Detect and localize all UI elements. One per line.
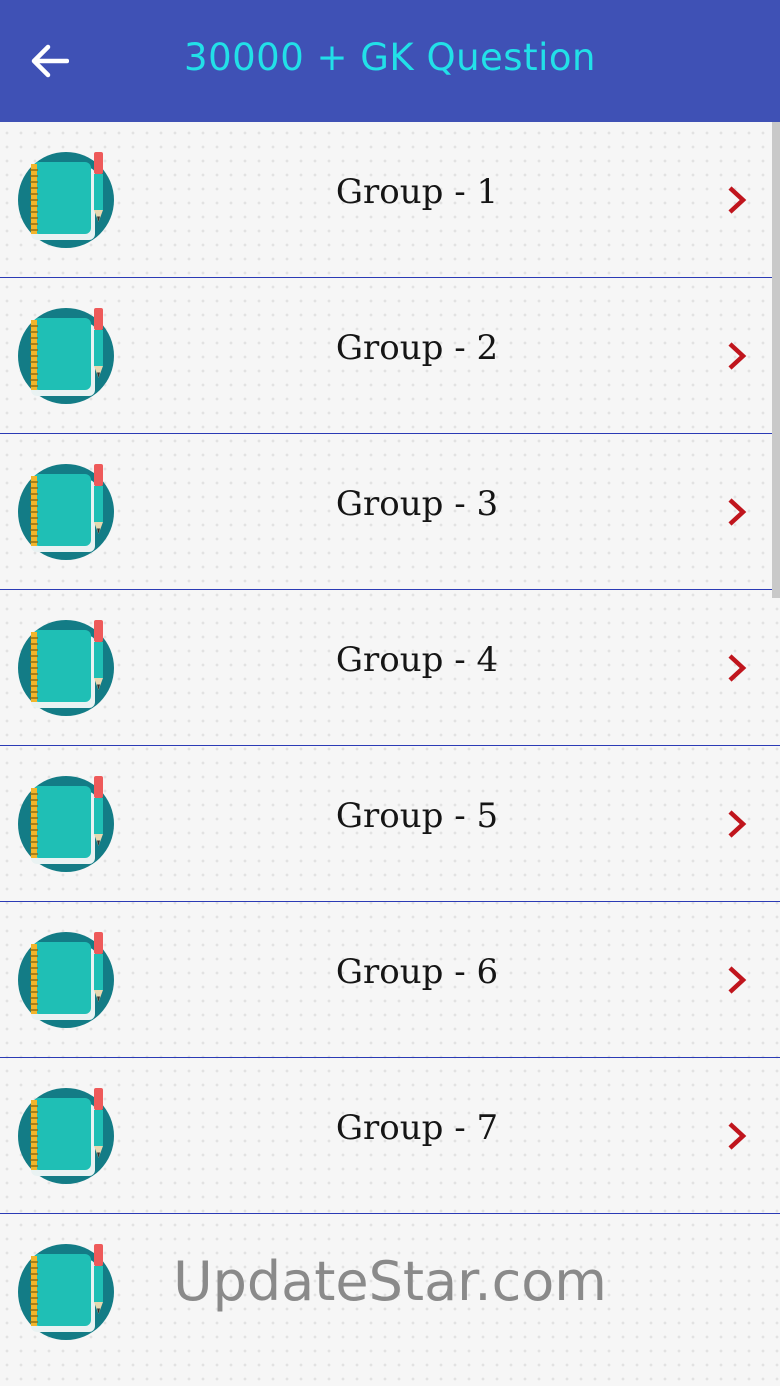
group-list: Group - 1 Group - 2 Group - 3 Group - 4 … — [0, 122, 780, 1386]
list-item-group-6[interactable]: Group - 6 — [0, 902, 780, 1058]
list-item-group-7[interactable]: Group - 7 — [0, 1058, 780, 1214]
chevron-right-icon — [728, 654, 747, 682]
chevron-right-icon — [728, 966, 747, 994]
list-item-label: Group - 2 — [335, 328, 499, 368]
notebook-pencil-icon — [18, 776, 114, 872]
list-item-group-1[interactable]: Group - 1 — [0, 122, 780, 278]
list-item-label: Group - 3 — [335, 484, 499, 524]
chevron-right-icon — [728, 342, 747, 370]
list-item-label: Group - 4 — [335, 640, 499, 680]
list-item-group-5[interactable]: Group - 5 — [0, 746, 780, 902]
list-item-label: Group - 5 — [335, 796, 499, 836]
chevron-right-icon — [728, 1122, 747, 1150]
list-item-label: Group - 6 — [335, 952, 499, 992]
chevron-right-icon — [728, 810, 747, 838]
list-item-group-4[interactable]: Group - 4 — [0, 590, 780, 746]
chevron-right-icon — [728, 186, 747, 214]
list-item-label: Group - 1 — [335, 172, 499, 212]
notebook-pencil-icon — [18, 152, 114, 248]
notebook-pencil-icon — [18, 464, 114, 560]
list-item-label: Group - 7 — [335, 1108, 499, 1148]
notebook-pencil-icon — [18, 932, 114, 1028]
page-title: 30000 + GK Question — [184, 36, 596, 79]
scrollbar[interactable] — [772, 122, 780, 598]
notebook-pencil-icon — [18, 620, 114, 716]
watermark: UpdateStar.com — [173, 1250, 607, 1313]
list-item-group-2[interactable]: Group - 2 — [0, 278, 780, 434]
chevron-right-icon — [728, 498, 747, 526]
app-bar: 30000 + GK Question — [0, 0, 780, 122]
list-item-group-3[interactable]: Group - 3 — [0, 434, 780, 590]
notebook-pencil-icon — [18, 1088, 114, 1184]
notebook-pencil-icon — [18, 308, 114, 404]
